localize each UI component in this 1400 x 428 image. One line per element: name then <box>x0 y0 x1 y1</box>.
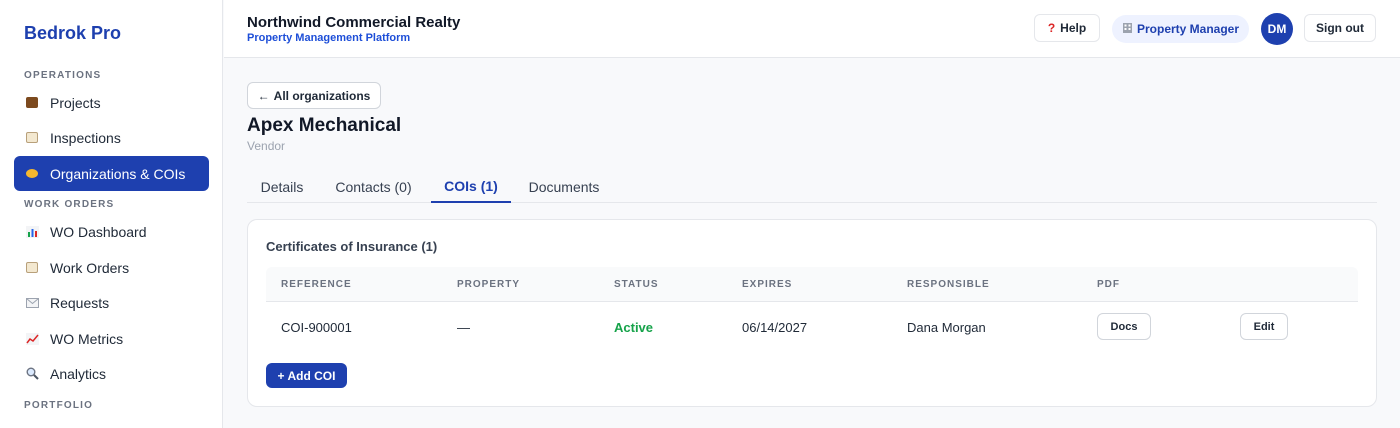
add-coi-button[interactable]: + Add COI <box>266 363 347 388</box>
tab-bar: Details Contacts (0) COIs (1) Documents <box>247 170 1377 203</box>
sidebar-item-label: Inspections <box>50 129 121 146</box>
sidebar-item-label: Organizations & COIs <box>50 165 186 182</box>
role-badge[interactable]: Property Manager <box>1112 15 1249 43</box>
tab-cois[interactable]: COIs (1) <box>431 170 511 203</box>
platform-subtitle: Property Management Platform <box>247 32 411 44</box>
column-responsible: RESPONSIBLE <box>907 279 990 290</box>
page-subtitle: Vendor <box>247 139 286 153</box>
column-property: PROPERTY <box>457 279 521 290</box>
cell-reference: COI-900001 <box>281 320 352 335</box>
coi-card: Certificates of Insurance (1) REFERENCE … <box>247 219 1377 407</box>
sidebar-item-label: Projects <box>50 94 101 111</box>
sidebar-item-analytics[interactable]: Analytics <box>14 356 209 391</box>
magnifier-icon <box>25 367 39 381</box>
sidebar-item-wo-metrics[interactable]: WO Metrics <box>14 321 209 356</box>
table-row[interactable]: COI-900001 — Active 06/14/2027 Dana Morg… <box>266 302 1358 352</box>
help-label: Help <box>1060 21 1087 35</box>
question-icon: ? <box>1047 21 1056 35</box>
column-pdf: PDF <box>1097 279 1120 290</box>
clipboard-icon <box>25 261 39 275</box>
docs-button[interactable]: Docs <box>1097 313 1151 340</box>
avatar[interactable]: DM <box>1261 13 1293 45</box>
cell-responsible: Dana Morgan <box>907 320 986 335</box>
card-title: Certificates of Insurance (1) <box>266 239 438 254</box>
sign-out-button[interactable]: Sign out <box>1304 14 1376 42</box>
top-header: Northwind Commercial Realty Property Man… <box>224 0 1400 58</box>
sidebar-item-work-orders[interactable]: Work Orders <box>14 250 209 285</box>
arrow-left-icon: ← <box>257 88 270 103</box>
column-expires: EXPIRES <box>742 279 793 290</box>
role-label: Property Manager <box>1136 22 1240 36</box>
status-badge: Active <box>614 320 654 335</box>
org-name: Northwind Commercial Realty <box>247 14 461 31</box>
bar-chart-icon <box>25 225 39 239</box>
sidebar-item-label: WO Dashboard <box>50 223 147 240</box>
building-icon <box>1122 22 1133 36</box>
brand-logo[interactable]: Bedrok Pro <box>24 23 121 44</box>
help-button[interactable]: ? Help <box>1034 14 1100 42</box>
cell-property: — <box>457 320 470 335</box>
cell-expires: 06/14/2027 <box>742 320 808 335</box>
column-reference: REFERENCE <box>281 279 352 290</box>
column-status: STATUS <box>614 279 659 290</box>
sidebar-item-wo-dashboard[interactable]: WO Dashboard <box>14 214 209 249</box>
sidebar-item-projects[interactable]: Projects <box>14 85 209 120</box>
sidebar-item-label: Requests <box>50 294 110 311</box>
sidebar-item-label: Work Orders <box>50 259 130 276</box>
line-chart-icon <box>25 332 39 346</box>
tab-contacts[interactable]: Contacts (0) <box>327 170 420 203</box>
section-title-operations: OPERATIONS <box>24 70 102 81</box>
sidebar-item-organizations[interactable]: Organizations & COIs <box>14 156 209 191</box>
handshake-icon <box>25 167 39 181</box>
tab-documents[interactable]: Documents <box>521 170 607 203</box>
section-title-work-orders: WORK ORDERS <box>24 199 115 210</box>
sidebar: Bedrok Pro OPERATIONS Projects Inspectio… <box>0 0 223 428</box>
sidebar-item-label: Analytics <box>50 365 107 382</box>
table-header: REFERENCE PROPERTY STATUS EXPIRES RESPON… <box>266 267 1358 302</box>
sidebar-item-inspections[interactable]: Inspections <box>14 120 209 155</box>
briefcase-icon <box>25 96 39 110</box>
edit-button[interactable]: Edit <box>1240 313 1288 340</box>
back-label: All organizations <box>273 88 371 103</box>
back-button[interactable]: ← All organizations <box>247 82 381 109</box>
envelope-icon <box>25 296 39 310</box>
sidebar-item-requests[interactable]: Requests <box>14 285 209 320</box>
tab-details[interactable]: Details <box>247 170 317 203</box>
section-title-portfolio: PORTFOLIO <box>24 400 94 411</box>
page-title: Apex Mechanical <box>247 115 402 136</box>
clipboard-icon <box>25 131 39 145</box>
sidebar-item-label: WO Metrics <box>50 330 124 347</box>
